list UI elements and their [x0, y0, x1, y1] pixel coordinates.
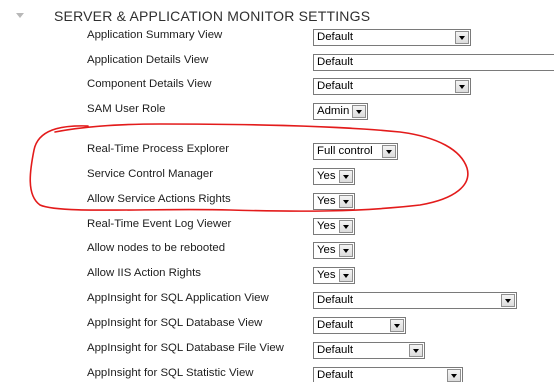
setting-label-real-time-process-explorer: Real-Time Process Explorer: [87, 143, 229, 155]
application-summary-view-select[interactable]: Default: [313, 29, 471, 46]
real-time-event-log-viewer-select[interactable]: Yes: [313, 218, 355, 235]
setting-label-application-summary-view: Application Summary View: [87, 29, 223, 41]
dropdown-arrow-icon[interactable]: [455, 31, 469, 44]
setting-label-service-control-manager: Service Control Manager: [87, 168, 213, 180]
real-time-process-explorer-select[interactable]: Full control: [313, 143, 398, 160]
select-value: Default: [317, 319, 354, 331]
appinsight-sql-application-view-select[interactable]: Default: [313, 292, 517, 309]
setting-label-sam-user-role: SAM User Role: [87, 103, 166, 115]
setting-label-component-details-view: Component Details View: [87, 78, 212, 90]
application-details-view-select[interactable]: Default: [313, 54, 554, 71]
allow-iis-action-rights-select[interactable]: Yes: [313, 267, 355, 284]
dropdown-arrow-icon[interactable]: [339, 244, 353, 257]
setting-label-appinsight-sql-database-view: AppInsight for SQL Database View: [87, 317, 263, 329]
dropdown-arrow-icon[interactable]: [339, 195, 353, 208]
select-value: Yes: [317, 269, 336, 281]
setting-label-real-time-event-log-viewer: Real-Time Event Log Viewer: [87, 218, 232, 230]
section-title: SERVER & APPLICATION MONITOR SETTINGS: [54, 8, 371, 24]
settings-page: SERVER & APPLICATION MONITOR SETTINGS Ap…: [0, 0, 554, 382]
select-value: Full control: [317, 145, 373, 157]
dropdown-arrow-icon[interactable]: [382, 145, 396, 158]
select-value: Default: [317, 344, 354, 356]
collapse-triangle-icon[interactable]: [16, 13, 24, 18]
select-value: Admin: [317, 105, 350, 117]
appinsight-sql-statistic-view-select[interactable]: Default: [313, 367, 463, 382]
dropdown-arrow-icon[interactable]: [390, 319, 404, 332]
dropdown-arrow-icon[interactable]: [352, 105, 366, 118]
appinsight-sql-database-view-select[interactable]: Default: [313, 317, 406, 334]
select-value: Yes: [317, 170, 336, 182]
select-value: Default: [317, 56, 354, 68]
appinsight-sql-database-file-view-select[interactable]: Default: [313, 342, 425, 359]
dropdown-arrow-icon[interactable]: [455, 80, 469, 93]
select-value: Yes: [317, 220, 336, 232]
setting-label-appinsight-sql-application-view: AppInsight for SQL Application View: [87, 292, 269, 304]
sam-user-role-select[interactable]: Admin: [313, 103, 368, 120]
select-value: Default: [317, 31, 354, 43]
allow-nodes-to-be-rebooted-select[interactable]: Yes: [313, 242, 355, 259]
select-value: Yes: [317, 195, 336, 207]
dropdown-arrow-icon[interactable]: [501, 294, 515, 307]
dropdown-arrow-icon[interactable]: [409, 344, 423, 357]
select-value: Default: [317, 294, 354, 306]
setting-label-appinsight-sql-statistic-view: AppInsight for SQL Statistic View: [87, 367, 254, 379]
dropdown-arrow-icon[interactable]: [339, 170, 353, 183]
setting-label-application-details-view: Application Details View: [87, 54, 209, 66]
setting-label-allow-service-actions-rights: Allow Service Actions Rights: [87, 193, 231, 205]
service-control-manager-select[interactable]: Yes: [313, 168, 355, 185]
select-value: Default: [317, 369, 354, 381]
setting-label-allow-iis-action-rights: Allow IIS Action Rights: [87, 267, 201, 279]
dropdown-arrow-icon[interactable]: [447, 369, 461, 382]
setting-label-allow-nodes-to-be-rebooted: Allow nodes to be rebooted: [87, 242, 226, 254]
dropdown-arrow-icon[interactable]: [339, 269, 353, 282]
select-value: Default: [317, 80, 354, 92]
allow-service-actions-rights-select[interactable]: Yes: [313, 193, 355, 210]
select-value: Yes: [317, 244, 336, 256]
component-details-view-select[interactable]: Default: [313, 78, 471, 95]
dropdown-arrow-icon[interactable]: [339, 220, 353, 233]
setting-label-appinsight-sql-database-file-view: AppInsight for SQL Database File View: [87, 342, 284, 354]
